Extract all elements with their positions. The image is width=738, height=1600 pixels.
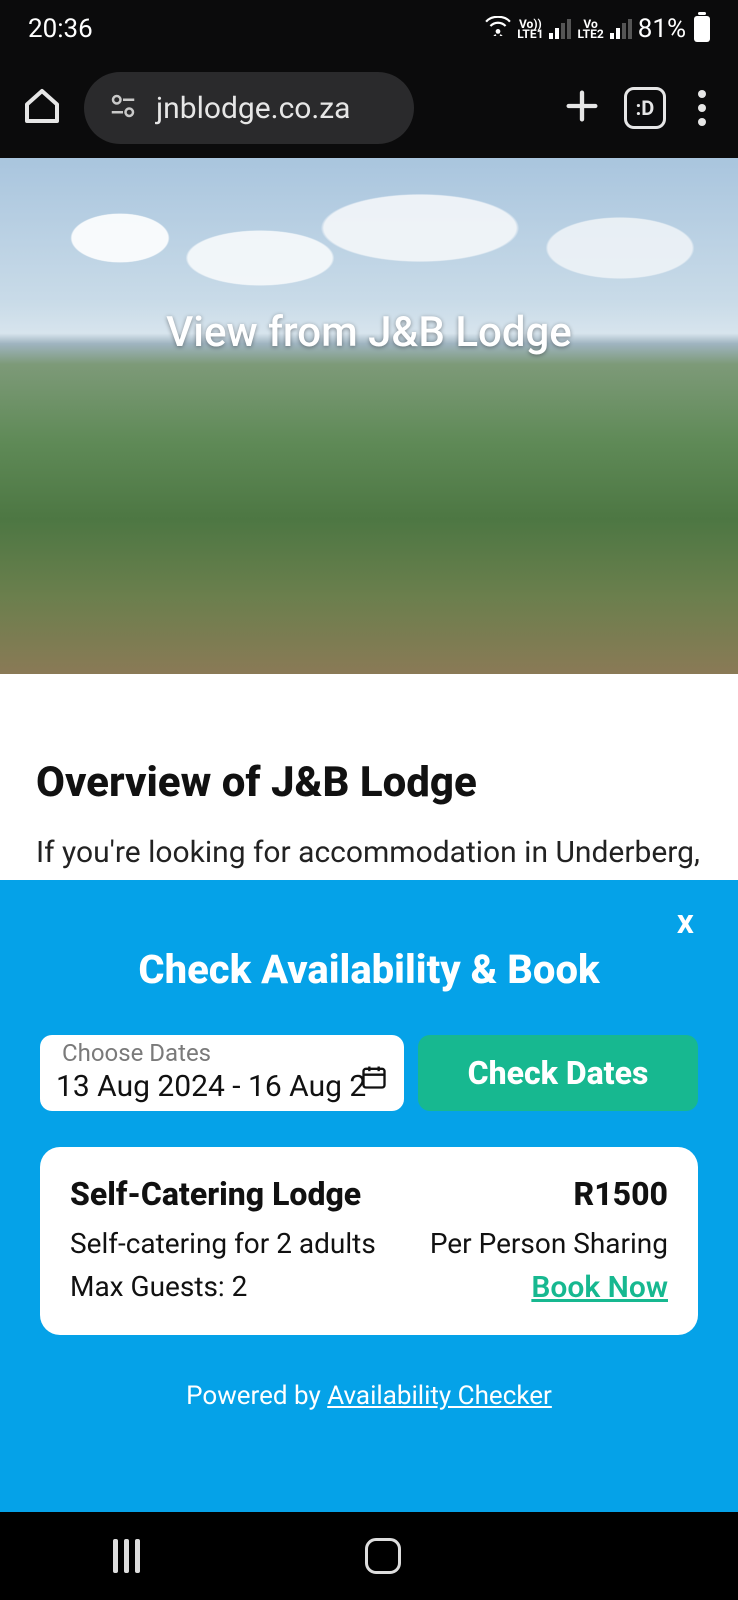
tabs-icon[interactable]: :D [624, 87, 666, 129]
signal-2-icon [610, 19, 632, 39]
booking-panel: x Check Availability & Book Choose Dates… [0, 880, 738, 1512]
url-text: jnblodge.co.za [156, 91, 351, 126]
powered-prefix: Powered by [186, 1381, 327, 1411]
system-nav-bar [0, 1512, 738, 1600]
home-icon[interactable] [22, 86, 62, 130]
signal-1-icon [549, 19, 571, 39]
date-input-value: 13 Aug 2024 - 16 Aug 2 [56, 1069, 388, 1104]
more-menu-icon[interactable] [688, 84, 716, 132]
room-desc: Self-catering for 2 adults [70, 1227, 376, 1260]
battery-percent: 81% [638, 14, 686, 44]
room-max-guests: Max Guests: 2 [70, 1270, 247, 1305]
date-input-label: Choose Dates [62, 1039, 211, 1067]
overview-heading: Overview of J&B Lodge [36, 758, 702, 807]
new-tab-icon[interactable] [562, 86, 602, 130]
close-icon[interactable]: x [677, 902, 694, 942]
battery-icon [694, 16, 710, 42]
powered-link[interactable]: Availability Checker [327, 1381, 552, 1411]
browser-toolbar: jnblodge.co.za :D [0, 58, 738, 158]
room-price-note: Per Person Sharing [430, 1227, 668, 1260]
status-time: 20:36 [28, 14, 93, 44]
date-input[interactable]: Choose Dates 13 Aug 2024 - 16 Aug 2 [40, 1035, 404, 1111]
booking-title: Check Availability & Book [40, 946, 698, 993]
status-bar: 20:36 Vo)) LTE1 Vo LTE2 81% [0, 0, 738, 58]
lte2-label: LTE2 [577, 29, 603, 39]
powered-by: Powered by Availability Checker [40, 1381, 698, 1411]
status-right: Vo)) LTE1 Vo LTE2 81% [485, 14, 710, 44]
nav-home-icon[interactable] [365, 1538, 401, 1574]
tabs-count: :D [636, 96, 655, 120]
hero-image: View from J&B Lodge [0, 158, 738, 674]
lte1-label: LTE1 [517, 29, 543, 39]
room-card: Self-Catering Lodge R1500 Self-catering … [40, 1147, 698, 1335]
site-settings-icon[interactable] [108, 91, 138, 125]
room-price: R1500 [574, 1175, 669, 1213]
check-dates-button[interactable]: Check Dates [418, 1035, 698, 1111]
room-name: Self-Catering Lodge [70, 1175, 361, 1213]
wifi-icon [485, 16, 511, 42]
nav-recents-icon[interactable] [113, 1539, 140, 1573]
hero-title: View from J&B Lodge [0, 308, 738, 357]
book-now-link[interactable]: Book Now [531, 1270, 668, 1305]
url-bar[interactable]: jnblodge.co.za [84, 72, 414, 144]
calendar-icon [360, 1063, 388, 1095]
